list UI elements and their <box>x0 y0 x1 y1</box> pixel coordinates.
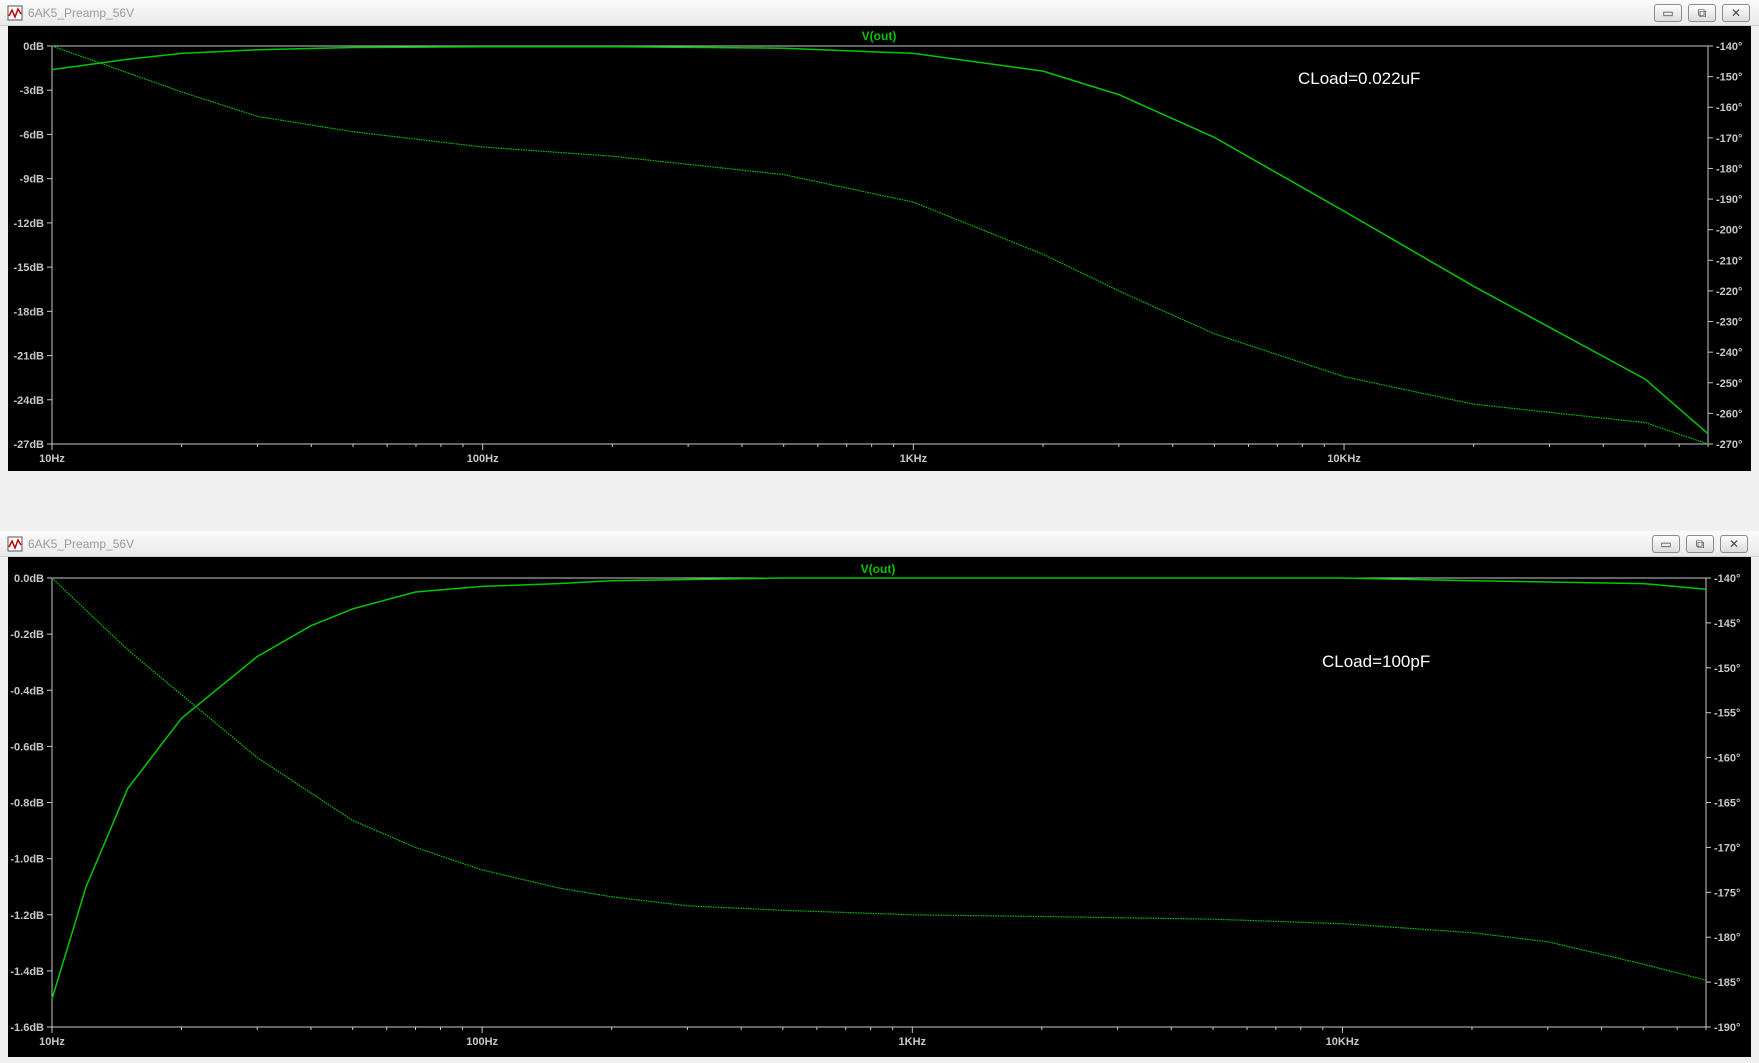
x-tick-label: 10KHz <box>1326 1036 1360 1048</box>
y-left-tick-label: -0.6dB <box>10 741 44 753</box>
y-right-tick-label: -250° <box>1716 378 1742 390</box>
bode-plot[interactable]: V(out) CLoad=0.022uF 0dB -3dB -6dB -9dB -12d… <box>0 26 1759 471</box>
minimize-button[interactable]: ▭ <box>1654 4 1682 22</box>
y-right-tick-label: -220° <box>1716 286 1742 298</box>
y-left-tick-label: -18dB <box>13 306 44 318</box>
y-right-tick-label: -190° <box>1716 194 1742 206</box>
y-left-tick-label: -1.0dB <box>10 854 44 866</box>
y-right-tick-label: -200° <box>1716 225 1742 237</box>
trace-label[interactable]: V(out) <box>862 29 897 43</box>
y-left-tick-label: -6dB <box>20 129 45 141</box>
y-right-tick-label: -210° <box>1716 255 1742 267</box>
y-right-tick-label: -180° <box>1714 932 1740 944</box>
y-left-tick-label: -1.6dB <box>10 1022 44 1034</box>
plot-frame <box>8 26 1751 471</box>
y-right-tick-label: -240° <box>1716 347 1742 359</box>
y-left-tick-label: -21dB <box>13 351 44 363</box>
trace-label[interactable]: V(out) <box>861 562 896 576</box>
title-bar[interactable]: 6AK5_Preamp_56V ▭ ⧉ ✕ <box>0 531 1759 557</box>
y-right-tick-label: -160° <box>1714 753 1740 765</box>
y-left-tick-label: -0.4dB <box>10 685 44 697</box>
y-left-tick-label: -0.8dB <box>10 798 44 810</box>
y-left-tick-label: -24dB <box>13 395 44 407</box>
x-tick-label: 1KHz <box>899 1036 927 1048</box>
y-right-tick-label: -270° <box>1716 439 1742 451</box>
annotation-text[interactable]: CLoad=0.022uF <box>1298 69 1420 88</box>
annotation-text[interactable]: CLoad=100pF <box>1322 652 1430 671</box>
y-right-tick-label: -230° <box>1716 317 1742 329</box>
restore-button[interactable]: ⧉ <box>1688 4 1716 22</box>
y-right-tick-label: -145° <box>1714 618 1740 630</box>
y-right-tick-label: -150° <box>1714 663 1740 675</box>
y-left-tick-label: -1.2dB <box>10 910 44 922</box>
y-left-tick-label: -27dB <box>13 439 44 451</box>
y-left-tick-label: -9dB <box>20 174 45 186</box>
y-left-tick-label: -12dB <box>13 218 44 230</box>
window-title: 6AK5_Preamp_56V <box>28 6 135 20</box>
y-right-tick-label: -160° <box>1716 102 1742 114</box>
y-left-tick-label: 0dB <box>23 41 44 53</box>
plot-window-1: 6AK5_Preamp_56V ▭ ⧉ ✕ V(out) CLoad=0.022… <box>0 0 1759 473</box>
restore-button[interactable]: ⧉ <box>1686 535 1714 553</box>
y-left-tick-label: -1.4dB <box>10 966 44 978</box>
plot-frame <box>8 557 1751 1057</box>
y-right-tick-label: -140° <box>1714 573 1740 585</box>
y-left-tick-label: -3dB <box>20 85 45 97</box>
title-bar[interactable]: 6AK5_Preamp_56V ▭ ⧉ ✕ <box>0 0 1759 26</box>
y-right-tick-label: -170° <box>1714 842 1740 854</box>
x-tick-label: 10Hz <box>39 453 65 465</box>
y-right-tick-label: -155° <box>1714 708 1740 720</box>
y-right-tick-label: -140° <box>1716 41 1742 53</box>
y-right-tick-label: -260° <box>1716 408 1742 420</box>
y-left-tick-label: 0.0dB <box>14 573 44 585</box>
minimize-button[interactable]: ▭ <box>1652 535 1680 553</box>
y-right-tick-label: -165° <box>1714 798 1740 810</box>
close-button[interactable]: ✕ <box>1722 4 1750 22</box>
window-title: 6AK5_Preamp_56V <box>28 537 135 551</box>
x-tick-label: 10KHz <box>1327 453 1361 465</box>
y-right-tick-label: -185° <box>1714 977 1740 989</box>
y-right-tick-label: -170° <box>1716 133 1742 145</box>
close-button[interactable]: ✕ <box>1720 535 1748 553</box>
y-right-tick-label: -180° <box>1716 163 1742 175</box>
x-tick-label: 1KHz <box>900 453 928 465</box>
x-tick-label: 10Hz <box>39 1036 65 1048</box>
y-left-tick-label: -0.2dB <box>10 629 44 641</box>
y-right-tick-label: -150° <box>1716 72 1742 84</box>
waveform-icon <box>7 5 23 21</box>
plot-window-2: 6AK5_Preamp_56V ▭ ⧉ ✕ V(out) CLoad=100pF… <box>0 531 1759 1057</box>
waveform-icon <box>7 536 23 552</box>
y-right-tick-label: -175° <box>1714 887 1740 899</box>
x-tick-label: 100Hz <box>466 1036 498 1048</box>
y-left-tick-label: -15dB <box>13 262 44 274</box>
bode-plot[interactable]: V(out) CLoad=100pF 0.0dB -0.2dB -0.4dB -0.6… <box>0 557 1759 1057</box>
y-right-tick-label: -190° <box>1714 1022 1740 1034</box>
x-tick-label: 100Hz <box>467 453 499 465</box>
